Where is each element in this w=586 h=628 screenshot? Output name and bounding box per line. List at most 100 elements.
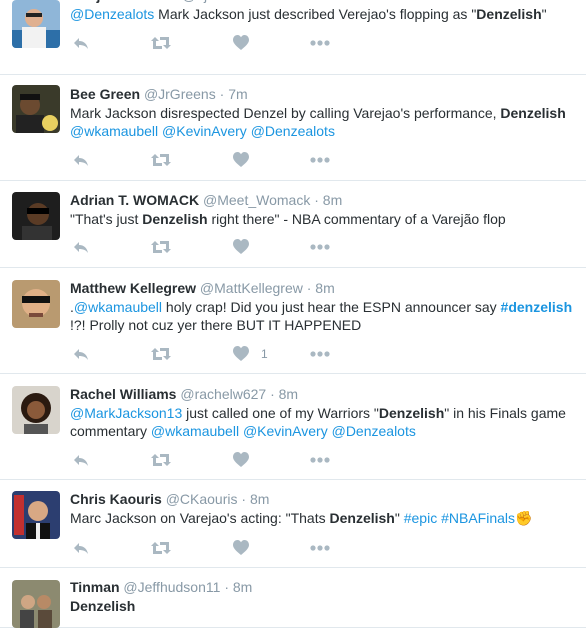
- retweet-button[interactable]: [150, 452, 172, 468]
- author-name[interactable]: Chris Kaouris: [70, 491, 162, 507]
- mention-link[interactable]: @KevinAvery: [162, 123, 247, 139]
- author-name[interactable]: Bee Green: [70, 86, 140, 102]
- retweet-icon: [150, 35, 172, 51]
- tweet[interactable]: Matthew Kellegrew @MattKellegrew · 8m .@w…: [0, 268, 586, 374]
- mention-link[interactable]: @wkamaubell: [74, 299, 162, 315]
- mention-link[interactable]: @wkamaubell: [70, 123, 158, 139]
- reply-button[interactable]: [72, 346, 90, 362]
- like-button[interactable]: [233, 540, 249, 556]
- reply-icon: [72, 152, 90, 168]
- text-segment: holy crap! Did you just hear the ESPN an…: [162, 299, 501, 315]
- like-button[interactable]: [233, 239, 249, 255]
- timestamp[interactable]: 7m: [257, 0, 276, 3]
- reply-icon: [72, 35, 90, 51]
- more-button[interactable]: [310, 452, 330, 468]
- avatar[interactable]: [12, 580, 60, 628]
- author-handle[interactable]: @Jeffhudson11: [123, 579, 220, 595]
- more-icon: [310, 40, 330, 46]
- reply-icon: [72, 540, 90, 556]
- more-button[interactable]: [310, 540, 330, 556]
- hashtag-link[interactable]: #denzelish: [501, 299, 573, 315]
- tweet-content: Benjamin Bakke @bjbakke · 7m@Denzealots …: [70, 0, 578, 23]
- retweet-button[interactable]: [150, 346, 172, 362]
- author-handle[interactable]: @rachelw627: [180, 386, 266, 402]
- more-button[interactable]: [310, 35, 330, 51]
- mention-link[interactable]: @wkamaubell: [151, 423, 239, 439]
- avatar[interactable]: [12, 280, 60, 328]
- timestamp[interactable]: 8m: [250, 491, 269, 507]
- more-button[interactable]: [310, 152, 330, 168]
- mention-link[interactable]: @MarkJackson13: [70, 405, 182, 421]
- more-button[interactable]: [310, 239, 330, 255]
- hashtag-link[interactable]: #epic: [404, 510, 437, 526]
- highlighted-term: Denzelish: [142, 211, 208, 227]
- author-handle[interactable]: @Meet_Womack: [203, 192, 310, 208]
- avatar[interactable]: [12, 0, 60, 48]
- highlighted-term: Denzelish: [378, 405, 445, 421]
- timestamp[interactable]: 8m: [323, 192, 342, 208]
- reply-button[interactable]: [72, 452, 90, 468]
- hashtag-link[interactable]: #NBAFinals: [441, 510, 515, 526]
- tweet[interactable]: Adrian T. WOMACK @Meet_Womack · 8m "That'…: [0, 181, 586, 268]
- author-handle[interactable]: @MattKellegrew: [200, 280, 303, 296]
- author-handle[interactable]: @JrGreens: [144, 86, 216, 102]
- like-button[interactable]: [233, 452, 249, 468]
- mention-link[interactable]: @Denzealots: [251, 123, 335, 139]
- like-button[interactable]: [233, 152, 249, 168]
- separator-dot: ·: [224, 579, 229, 595]
- reply-button[interactable]: [72, 152, 90, 168]
- tweet-header: Benjamin Bakke @bjbakke · 7m: [70, 0, 578, 4]
- author-name[interactable]: Rachel Williams: [70, 386, 176, 402]
- more-icon: [310, 157, 330, 163]
- reply-button[interactable]: [72, 540, 90, 556]
- avatar[interactable]: [12, 85, 60, 133]
- tweet[interactable]: Benjamin Bakke @bjbakke · 7m@Denzealots …: [0, 0, 586, 75]
- reply-button[interactable]: [72, 239, 90, 255]
- like-count: 1: [261, 347, 268, 361]
- tweet-content: Matthew Kellegrew @MattKellegrew · 8m .@w…: [70, 279, 578, 334]
- tweet-content: Adrian T. WOMACK @Meet_Womack · 8m "That'…: [70, 191, 578, 228]
- timestamp[interactable]: 8m: [315, 280, 334, 296]
- author-handle[interactable]: @CKaouris: [166, 491, 238, 507]
- highlighted-term: Denzelish: [500, 105, 566, 121]
- timestamp[interactable]: 8m: [279, 386, 298, 402]
- author-handle[interactable]: @bjbakke: [182, 0, 244, 3]
- tweet-header: Bee Green @JrGreens · 7m: [70, 85, 578, 103]
- tweet[interactable]: Rachel Williams @rachelw627 · 8m @MarkJac…: [0, 374, 586, 480]
- more-button[interactable]: [310, 346, 330, 362]
- text-segment: ": [394, 510, 404, 526]
- author-name[interactable]: Benjamin Bakke: [70, 0, 178, 3]
- more-icon: [310, 244, 330, 250]
- like-button[interactable]: 1: [233, 346, 268, 362]
- tweet-text: "That's just Denzelish right there" - NB…: [70, 210, 578, 228]
- separator-dot: ·: [248, 0, 253, 3]
- retweet-button[interactable]: [150, 239, 172, 255]
- avatar[interactable]: [12, 192, 60, 240]
- mention-link[interactable]: @KevinAvery: [243, 423, 328, 439]
- retweet-button[interactable]: [150, 35, 172, 51]
- like-button[interactable]: [233, 35, 249, 51]
- avatar[interactable]: [12, 491, 60, 539]
- tweet[interactable]: Chris Kaouris @CKaouris · 8m Marc Jackson…: [0, 480, 586, 568]
- retweet-button[interactable]: [150, 152, 172, 168]
- tweet[interactable]: Bee Green @JrGreens · 7m Mark Jackson dis…: [0, 75, 586, 181]
- retweet-button[interactable]: [150, 540, 172, 556]
- retweet-icon: [150, 452, 172, 468]
- more-icon: [310, 545, 330, 551]
- author-name[interactable]: Tinman: [70, 579, 120, 595]
- author-name[interactable]: Adrian T. WOMACK: [70, 192, 199, 208]
- text-segment: right there" - NBA commentary of a Varej…: [207, 211, 506, 227]
- tweet-text: Mark Jackson disrespected Denzel by call…: [70, 104, 578, 140]
- mention-link[interactable]: @Denzealots: [70, 6, 154, 22]
- highlighted-term: Denzelish: [476, 6, 542, 22]
- timestamp[interactable]: 7m: [228, 86, 247, 102]
- tweet[interactable]: Tinman @Jeffhudson11 · 8m Denzelish: [0, 568, 586, 628]
- reply-button[interactable]: [72, 35, 90, 51]
- timestamp[interactable]: 8m: [233, 579, 252, 595]
- tweet-header: Adrian T. WOMACK @Meet_Womack · 8m: [70, 191, 578, 209]
- mention-link[interactable]: @Denzealots: [332, 423, 416, 439]
- avatar[interactable]: [12, 386, 60, 434]
- text-segment: "That's just: [70, 211, 143, 227]
- retweet-icon: [150, 540, 172, 556]
- author-name[interactable]: Matthew Kellegrew: [70, 280, 196, 296]
